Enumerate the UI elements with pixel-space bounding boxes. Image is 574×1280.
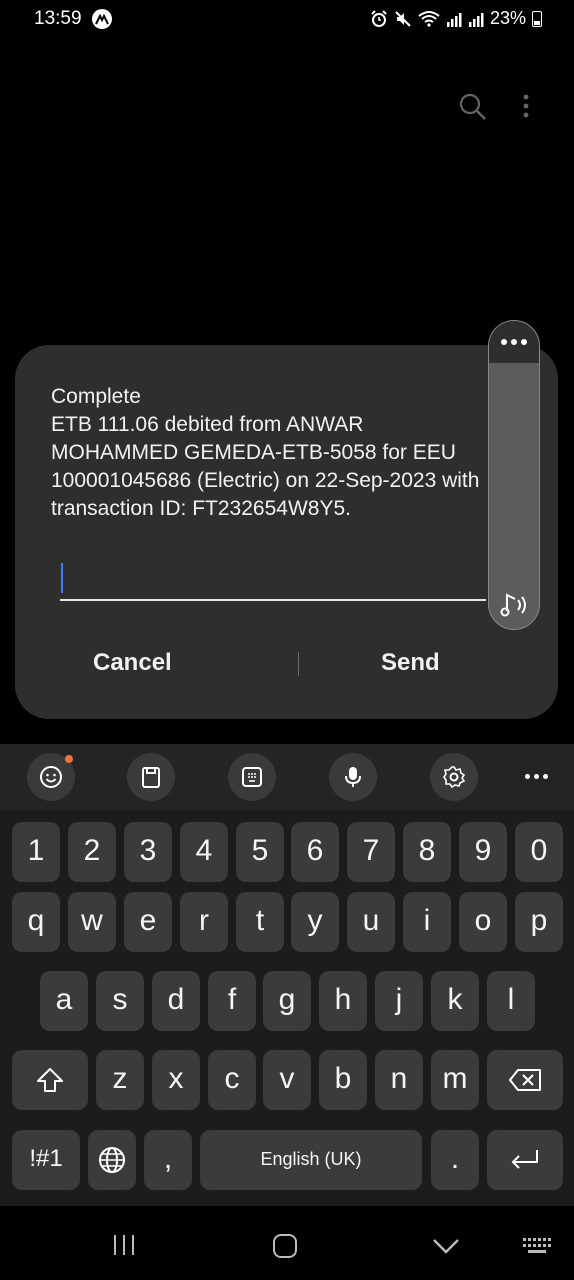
- notification-app-icon: [92, 9, 112, 29]
- key-m[interactable]: m: [431, 1050, 479, 1110]
- wifi-icon: [418, 10, 440, 27]
- keypad-button[interactable]: [228, 753, 276, 801]
- key-v[interactable]: v: [263, 1050, 311, 1110]
- music-note-icon[interactable]: [499, 591, 531, 619]
- settings-button[interactable]: [430, 753, 478, 801]
- key-q[interactable]: q: [12, 892, 60, 952]
- shift-icon: [37, 1068, 63, 1092]
- search-icon[interactable]: [458, 92, 488, 122]
- shift-key[interactable]: [12, 1050, 88, 1110]
- key-c[interactable]: c: [208, 1050, 256, 1110]
- clipboard-icon: [142, 767, 160, 788]
- keyboard-switch-icon[interactable]: [522, 1236, 552, 1256]
- key-8[interactable]: 8: [403, 822, 451, 882]
- microphone-icon: [345, 767, 361, 787]
- key-x[interactable]: x: [152, 1050, 200, 1110]
- keypad-icon: [242, 767, 262, 787]
- quick-reply-dialog: Complete ETB 111.06 debited from ANWAR M…: [15, 345, 558, 719]
- emoji-icon: [40, 766, 62, 788]
- key-d[interactable]: d: [152, 971, 200, 1031]
- key-f[interactable]: f: [208, 971, 256, 1031]
- comma-key[interactable]: ,: [144, 1130, 192, 1190]
- key-4[interactable]: 4: [180, 822, 228, 882]
- dialog-actions: Cancel Send: [15, 637, 558, 693]
- key-i[interactable]: i: [403, 892, 451, 952]
- keyboard-more-icon[interactable]: [525, 774, 548, 779]
- symbols-key[interactable]: !#1: [12, 1130, 80, 1190]
- key-2[interactable]: 2: [68, 822, 116, 882]
- signal-icon-2: [468, 12, 484, 27]
- message-text: Complete ETB 111.06 debited from ANWAR M…: [51, 385, 480, 520]
- panel-menu[interactable]: [489, 321, 539, 363]
- notification-dot: [65, 755, 73, 763]
- key-s[interactable]: s: [96, 971, 144, 1031]
- key-7[interactable]: 7: [347, 822, 395, 882]
- space-key[interactable]: English (UK): [200, 1130, 422, 1190]
- status-bar: 13:59 23%: [0, 0, 574, 40]
- key-a[interactable]: a: [40, 971, 88, 1031]
- key-z[interactable]: z: [96, 1050, 144, 1110]
- battery-percent: 23%: [489, 8, 526, 28]
- key-y[interactable]: y: [291, 892, 339, 952]
- key-1[interactable]: 1: [12, 822, 60, 882]
- globe-icon: [99, 1147, 125, 1173]
- panel-more-icon[interactable]: [501, 339, 527, 345]
- key-w[interactable]: w: [68, 892, 116, 952]
- status-icons: 23%: [370, 8, 542, 29]
- enter-key[interactable]: [487, 1130, 563, 1190]
- reply-input[interactable]: [60, 555, 486, 601]
- key-0[interactable]: 0: [515, 822, 563, 882]
- period-key[interactable]: .: [431, 1130, 479, 1190]
- key-u[interactable]: u: [347, 892, 395, 952]
- backspace-icon: [509, 1069, 541, 1091]
- key-g[interactable]: g: [263, 971, 311, 1031]
- key-e[interactable]: e: [124, 892, 172, 952]
- key-l[interactable]: l: [487, 971, 535, 1031]
- key-k[interactable]: k: [431, 971, 479, 1031]
- key-b[interactable]: b: [319, 1050, 367, 1110]
- floating-side-panel[interactable]: [488, 320, 540, 630]
- key-t[interactable]: t: [236, 892, 284, 952]
- key-6[interactable]: 6: [291, 822, 339, 882]
- voice-input-button[interactable]: [329, 753, 377, 801]
- key-o[interactable]: o: [459, 892, 507, 952]
- back-hide-keyboard-icon[interactable]: [432, 1238, 460, 1254]
- signal-icon: [446, 12, 462, 27]
- more-options-icon[interactable]: [516, 92, 536, 122]
- clipboard-button[interactable]: [127, 753, 175, 801]
- alarm-icon: [371, 9, 387, 27]
- status-time: 13:59: [34, 8, 82, 29]
- key-n[interactable]: n: [375, 1050, 423, 1110]
- keyboard: 1 2 3 4 5 6 7 8 9 0 q w e r t y u i o p …: [0, 744, 574, 1206]
- text-cursor: [61, 563, 63, 593]
- navigation-bar: [0, 1206, 574, 1280]
- gear-icon: [443, 766, 466, 789]
- key-h[interactable]: h: [319, 971, 367, 1031]
- send-button[interactable]: Send: [381, 649, 501, 683]
- mute-icon: [395, 10, 411, 27]
- language-key[interactable]: [88, 1130, 136, 1190]
- recent-apps-icon[interactable]: [112, 1234, 136, 1256]
- keyboard-toolbar: [0, 744, 574, 810]
- key-r[interactable]: r: [180, 892, 228, 952]
- action-divider: [298, 652, 299, 676]
- key-p[interactable]: p: [515, 892, 563, 952]
- key-j[interactable]: j: [375, 971, 423, 1031]
- enter-icon: [511, 1150, 538, 1169]
- home-icon[interactable]: [272, 1233, 298, 1259]
- key-5[interactable]: 5: [236, 822, 284, 882]
- key-9[interactable]: 9: [459, 822, 507, 882]
- key-3[interactable]: 3: [124, 822, 172, 882]
- backspace-key[interactable]: [487, 1050, 563, 1110]
- emoji-button[interactable]: [27, 753, 75, 801]
- cancel-button[interactable]: Cancel: [93, 649, 253, 683]
- battery-icon: [532, 10, 542, 27]
